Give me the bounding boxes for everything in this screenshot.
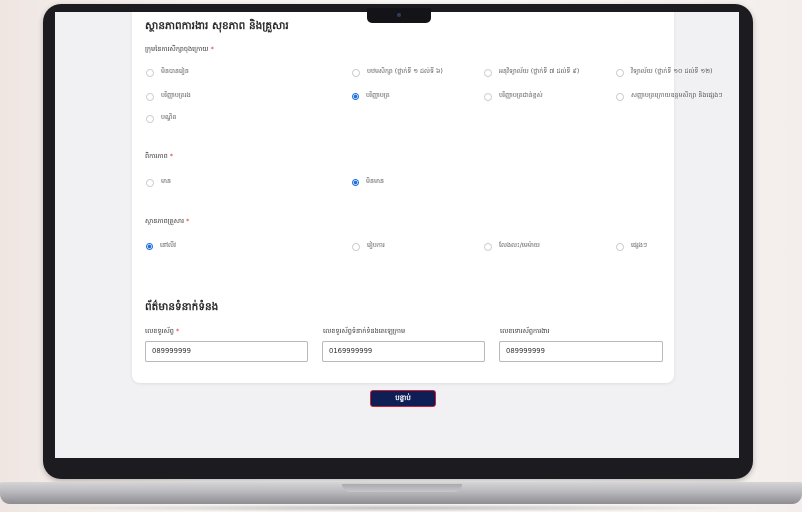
camera-icon <box>397 13 401 17</box>
form-card: ស្ថានភាពការងារ សុខភាព និងគ្រួសារ ក្រុមនៃ… <box>132 12 722 383</box>
work-phone-input[interactable]: 089999999 <box>499 341 663 362</box>
radio-circle <box>352 68 360 77</box>
radio-circle <box>146 92 154 101</box>
radio-education-none[interactable]: មិនបានរៀន <box>146 68 189 77</box>
radio-marital-divorced[interactable]: លែងលះ/មេម៉ាយ <box>484 242 540 251</box>
radio-circle <box>616 68 624 77</box>
camera-notch <box>367 8 431 23</box>
radio-circle <box>616 92 624 101</box>
radio-disability-yes[interactable]: មាន <box>146 178 171 187</box>
radio-circle-selected <box>352 93 359 100</box>
radio-marital-single[interactable]: នៅលីវ <box>146 242 176 251</box>
radio-education-associate[interactable]: បរិញ្ញាបត្ររង <box>146 92 191 101</box>
radio-education-upper-secondary[interactable]: វិទ្យាល័យ (ថ្នាក់ទី ១០ ដល់ទី ១២) <box>616 68 712 77</box>
radio-education-doctorate[interactable]: បណ្ឌិត <box>146 114 177 123</box>
radio-circle-selected <box>146 243 153 250</box>
radio-education-bachelor[interactable]: បរិញ្ញាបត្រ <box>352 92 390 101</box>
phone-label: លេខទូរស័ព្ទ * <box>145 327 180 335</box>
marital-label: ស្ថានភាពគ្រួសារ * <box>145 217 190 225</box>
radio-circle <box>616 242 624 251</box>
radio-disability-no[interactable]: មិនមាន <box>352 178 384 187</box>
laptop-base-notch <box>342 484 462 492</box>
disability-label: ពិការភាព * <box>145 152 174 160</box>
radio-circle <box>484 92 492 101</box>
radio-education-lower-secondary[interactable]: អនុវិទ្យាល័យ (ថ្នាក់ទី ៧ ដល់ទី ៩) <box>484 68 579 77</box>
radio-circle-selected <box>352 179 359 186</box>
radio-circle <box>484 242 492 251</box>
work-phone-label: លេខទោរស័ព្ទការងារ <box>500 327 550 335</box>
telegram-input[interactable]: 0169999999 <box>322 341 485 362</box>
radio-marital-married[interactable]: រៀបការ <box>352 242 385 251</box>
laptop-screen: ស្ថានភាពការងារ សុខភាព និងគ្រួសារ ក្រុមនៃ… <box>55 12 739 458</box>
radio-education-primary[interactable]: បឋមសិក្សា (ថ្នាក់ទី ១ ដល់ទី ៦) <box>352 68 443 77</box>
laptop-shadow <box>40 504 762 512</box>
telegram-label: លេខទូរស័ព្ទទំនាក់ទំនងតេឡេក្រាម <box>323 327 406 335</box>
contact-section-title: ព័ត៌មានទំនាក់ទំនង <box>145 301 219 313</box>
radio-education-master[interactable]: បរិញ្ញាបត្រជាន់ខ្ពស់ <box>484 92 543 101</box>
health-section-title: ស្ថានភាពការងារ សុខភាព និងគ្រួសារ <box>145 20 289 32</box>
screen-bezel-bottom <box>55 458 739 476</box>
radio-circle <box>146 178 154 187</box>
radio-circle <box>146 114 154 123</box>
phone-input[interactable]: 089999999 <box>145 341 308 362</box>
radio-circle <box>352 242 360 251</box>
radio-circle <box>484 68 492 77</box>
radio-marital-other[interactable]: ផ្សេងៗ <box>616 242 647 251</box>
next-button[interactable]: បន្ទាប់ <box>370 390 436 407</box>
education-label: ក្រុមនៃការសិក្សាចុងក្រោយ * <box>145 45 214 53</box>
radio-education-postgraduate[interactable]: សញ្ញាបត្រក្រោយឧត្តមសិក្សា និងផ្សេងៗ <box>616 92 722 101</box>
radio-circle <box>146 68 154 77</box>
